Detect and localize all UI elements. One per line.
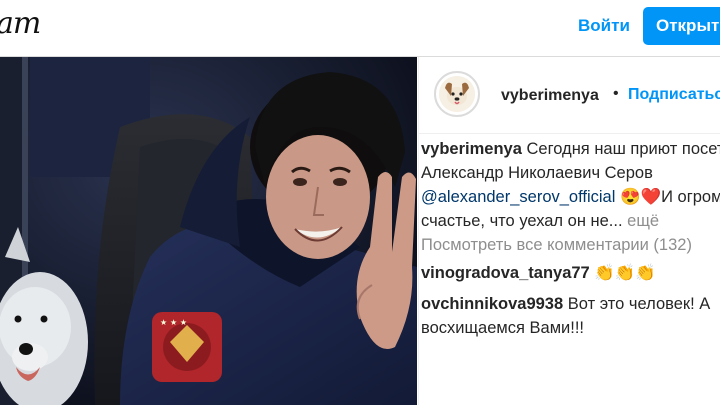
photo-illustration: ★ ★ ★ [0, 57, 417, 405]
login-link[interactable]: Войти [578, 16, 630, 36]
caption-emoji: 😍❤️ [619, 188, 662, 206]
author-avatar[interactable] [434, 71, 480, 117]
comment-username[interactable]: ovchinnikova9938 [421, 295, 563, 313]
view-all-comments-link[interactable]: Посмотреть все комментарии (132) [421, 236, 692, 255]
comment-item: vinogradova_tanya77 👏👏👏 [421, 264, 656, 283]
post-header: vyberimenya • Подписаться [419, 57, 720, 134]
instagram-logo[interactable]: am [0, 6, 41, 41]
caption-line-3: И огромное [661, 188, 720, 206]
top-bar: am Войти Открыть [0, 0, 720, 57]
comment-text-line-2: восхищаемся Вами!!! [421, 319, 585, 337]
post-caption: vyberimenya Сегодня наш приют посетил Ал… [421, 137, 720, 233]
separator-dot: • [613, 85, 619, 102]
caption-username[interactable]: vyberimenya [421, 140, 522, 158]
post-photo[interactable]: ★ ★ ★ [0, 57, 417, 405]
open-app-button[interactable]: Открыть [643, 7, 720, 45]
dog-avatar-icon [439, 76, 475, 112]
comment-text: 👏👏👏 [594, 264, 656, 282]
post-panel: vyberimenya • Подписаться vyberimenya Се… [418, 57, 720, 405]
comment-username[interactable]: vinogradova_tanya77 [421, 264, 590, 282]
caption-line-2: Александр Николаевич Серов [421, 164, 653, 182]
svg-text:★ ★ ★: ★ ★ ★ [160, 318, 187, 327]
author-username[interactable]: vyberimenya [501, 87, 599, 105]
follow-button[interactable]: Подписаться [628, 86, 720, 104]
caption-mention-link[interactable]: @alexander_serov_official [421, 188, 615, 206]
more-link[interactable]: ещё [627, 212, 659, 230]
comment-text: Вот это человек! А [567, 295, 711, 313]
caption-line-1: Сегодня наш приют посетил [526, 140, 720, 158]
caption-line-4: счастье, что уехал он не... [421, 212, 623, 230]
comment-item: ovchinnikova9938 Вот это человек! А восх… [421, 292, 720, 340]
